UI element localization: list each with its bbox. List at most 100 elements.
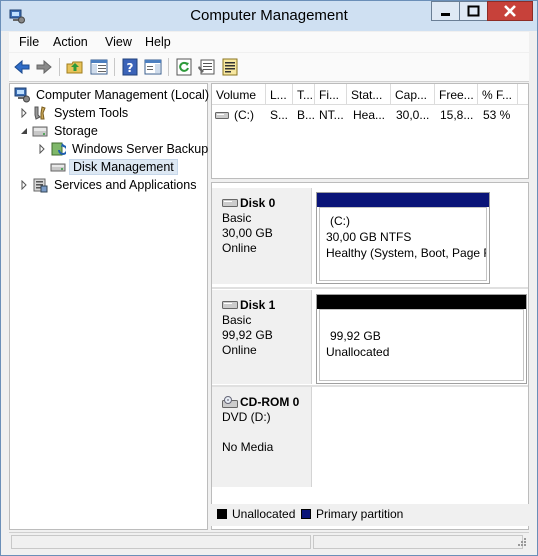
partition-size-fs: 30,00 GB NTFS — [326, 230, 412, 244]
menu-bar: File Action View Help — [9, 32, 529, 52]
collapse-arrow-icon[interactable] — [19, 126, 29, 136]
minimize-button[interactable] — [431, 1, 460, 21]
legend-label-primary-partition: Primary partition — [316, 507, 404, 521]
column-header-type[interactable]: T... — [293, 84, 315, 105]
tree-item-disk-management[interactable]: Disk Management — [36, 159, 204, 176]
cell-volume: (C:) — [234, 108, 254, 122]
cell-type: B... — [297, 108, 315, 122]
menu-file[interactable]: File — [19, 35, 39, 49]
windows-server-backup-icon — [51, 142, 66, 156]
show-action-pane-icon[interactable] — [143, 57, 163, 77]
column-header-file-system[interactable]: Fi... — [315, 84, 347, 105]
close-icon — [504, 5, 516, 17]
disk-type: Basic — [222, 313, 252, 327]
column-header-volume[interactable]: Volume — [212, 84, 266, 105]
tree-item-label: Windows Server Backup — [72, 142, 209, 156]
resize-grip-icon[interactable] — [517, 537, 527, 547]
forward-icon[interactable] — [34, 57, 54, 77]
toolbar: ? — [9, 53, 529, 82]
cell-free-space: 15,8... — [440, 108, 474, 122]
minimize-icon — [441, 13, 450, 16]
column-header-layout[interactable]: L... — [266, 84, 293, 105]
tree-item-label: Services and Applications — [54, 178, 197, 192]
disk-name: Disk 0 — [240, 196, 276, 210]
legend-label-unallocated: Unallocated — [232, 507, 296, 521]
volume-list[interactable]: Volume L... T... Fi... Stat... Cap... Fr… — [211, 83, 529, 179]
up-folder-icon[interactable] — [65, 57, 85, 77]
disk-row-cd-rom-0[interactable]: CD-ROM 0 DVD (D:) No Media — [212, 387, 528, 487]
volume-c-partition[interactable]: (C:) 30,00 GB NTFS Healthy (System, Boot… — [316, 192, 490, 284]
partition-status: Healthy (System, Boot, Page F — [326, 246, 487, 260]
cd-rom-icon — [222, 396, 238, 408]
tree-item-label: Disk Management — [69, 159, 178, 175]
column-header-free-space[interactable]: Free... — [435, 84, 478, 105]
services-and-applications-icon — [33, 178, 48, 193]
disk-graphical-view[interactable]: Disk 0 Basic 30,00 GB Online (C:) 30,00 … — [211, 182, 529, 530]
show-hide-tree-icon[interactable] — [89, 57, 109, 77]
partition-details: (C:) 30,00 GB NTFS Healthy (System, Boot… — [319, 207, 487, 281]
tree-item-label: System Tools — [54, 106, 129, 120]
tree-item-windows-server-backup[interactable]: Windows Server Backup — [36, 141, 208, 158]
status-bar-segment — [11, 535, 311, 549]
unallocated-status: Unallocated — [326, 345, 390, 359]
disk-icon — [222, 301, 238, 309]
unallocated-space[interactable]: 99,92 GB Unallocated — [316, 294, 527, 384]
expand-arrow-icon[interactable] — [19, 180, 29, 190]
cell-layout: S... — [270, 108, 289, 122]
disk-legend: Unallocated Primary partition — [211, 504, 529, 526]
primary-partition-bar — [317, 193, 489, 207]
status-bar-segment — [313, 535, 523, 549]
disk-row-disk-0[interactable]: Disk 0 Basic 30,00 GB Online (C:) 30,00 … — [212, 188, 528, 284]
back-icon[interactable] — [12, 57, 32, 77]
title-bar[interactable]: Computer Management — [1, 1, 537, 31]
cell-status: Hea... — [353, 108, 386, 122]
menu-view[interactable]: View — [105, 35, 132, 49]
status-bar — [9, 532, 529, 551]
close-button[interactable] — [487, 1, 533, 21]
disk-type: DVD (D:) — [222, 410, 271, 424]
help-icon[interactable]: ? — [120, 57, 140, 77]
disk-name: Disk 1 — [240, 298, 276, 312]
expand-arrow-icon[interactable] — [19, 108, 29, 118]
partition-label: (C:) — [330, 214, 350, 228]
disk-row-divider — [212, 287, 528, 289]
tree-item-system-tools[interactable]: System Tools — [18, 105, 198, 122]
tree-item-services-and-applications[interactable]: Services and Applications — [18, 177, 204, 194]
navigation-tree[interactable]: Computer Management (Local) System Tools… — [9, 83, 209, 530]
column-header-capacity[interactable]: Cap... — [391, 84, 435, 105]
unallocated-size: 99,92 GB — [330, 329, 381, 343]
disk-info-disk-0[interactable]: Disk 0 Basic 30,00 GB Online — [212, 188, 312, 284]
disk-status: No Media — [222, 440, 274, 454]
disk-info-cd-rom-0[interactable]: CD-ROM 0 DVD (D:) No Media — [212, 387, 312, 487]
partition-details: 99,92 GB Unallocated — [319, 309, 524, 381]
disk-icon — [222, 199, 238, 207]
export-icon[interactable] — [220, 57, 240, 77]
disk-size — [222, 425, 311, 440]
column-header-status[interactable]: Stat... — [347, 84, 391, 105]
menu-help[interactable]: Help — [145, 35, 171, 49]
svg-text:?: ? — [127, 61, 134, 75]
refresh-icon[interactable] — [174, 57, 194, 77]
tree-item-storage[interactable]: Storage — [18, 123, 198, 140]
legend-swatch-primary-partition — [301, 509, 311, 519]
tree-item-computer-management[interactable]: Computer Management (Local) — [14, 87, 209, 104]
cell-percent-free: 53 % — [483, 108, 511, 122]
disk-size: 30,00 GB — [222, 226, 273, 240]
expand-arrow-icon[interactable] — [37, 144, 47, 154]
disk-management-icon — [50, 163, 66, 172]
menu-action[interactable]: Action — [53, 35, 88, 49]
disk-info-disk-1[interactable]: Disk 1 Basic 99,92 GB Online — [212, 290, 312, 384]
cell-file-system: NT... — [319, 108, 344, 122]
system-tools-icon — [34, 106, 46, 120]
disk-type: Basic — [222, 211, 252, 225]
toolbar-separator — [168, 58, 169, 76]
disk-row-disk-1[interactable]: Disk 1 Basic 99,92 GB Online 99,92 GB Un… — [212, 290, 528, 384]
properties-icon[interactable] — [197, 57, 217, 77]
computer-management-window: Computer Management File Action View Hel… — [0, 0, 538, 556]
cell-capacity: 30,0... — [396, 108, 430, 122]
column-header-percent-free[interactable]: % F... — [478, 84, 518, 105]
disk-size: 99,92 GB — [222, 328, 273, 342]
toolbar-separator — [59, 58, 60, 76]
maximize-button[interactable] — [459, 1, 488, 21]
toolbar-separator — [114, 58, 115, 76]
